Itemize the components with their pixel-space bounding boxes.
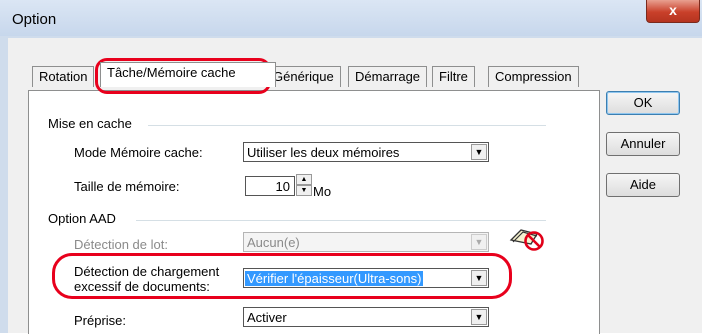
tab-filtre[interactable]: Filtre bbox=[432, 66, 475, 87]
close-button[interactable]: x bbox=[646, 0, 700, 23]
ok-button[interactable]: OK bbox=[606, 91, 680, 115]
overload-detection-value: Vérifier l'épaisseur(Ultra-sons) bbox=[245, 271, 424, 286]
title-bar: Option x bbox=[0, 0, 702, 36]
tab-compression[interactable]: Compression bbox=[488, 66, 579, 87]
prepick-label: Préprise: bbox=[74, 313, 127, 328]
overload-detection-label: Détection de chargement excessif de docu… bbox=[74, 264, 220, 294]
cache-mode-label: Mode Mémoire cache: bbox=[74, 145, 203, 160]
memory-size-stepper[interactable]: ▲ ▼ bbox=[296, 174, 312, 198]
cache-group-title: Mise en cache bbox=[48, 116, 132, 131]
batch-detection-value: Aucun(e) bbox=[247, 235, 300, 250]
tab-rotation[interactable]: Rotation bbox=[32, 66, 95, 87]
cache-mode-dropdown[interactable]: Utiliser les deux mémoires ▼ bbox=[243, 142, 489, 162]
chevron-down-icon: ▼ bbox=[471, 309, 487, 325]
overload-detection-dropdown[interactable]: Vérifier l'épaisseur(Ultra-sons) ▼ bbox=[243, 268, 489, 288]
prepick-dropdown[interactable]: Activer ▼ bbox=[243, 307, 489, 327]
close-icon: x bbox=[669, 2, 677, 18]
batch-detection-label: Détection de lot: bbox=[74, 237, 168, 252]
aad-group-divider bbox=[136, 220, 546, 221]
option-dialog: Option x Rotation Tâche/Mémoire cache Gé… bbox=[0, 0, 702, 334]
cache-mode-value: Utiliser les deux mémoires bbox=[247, 145, 400, 160]
chevron-down-icon: ▼ bbox=[471, 270, 487, 286]
chevron-down-icon: ▼ bbox=[471, 234, 487, 250]
memory-size-label: Taille de mémoire: bbox=[74, 179, 180, 194]
spin-down-icon[interactable]: ▼ bbox=[296, 185, 312, 196]
cache-group-divider bbox=[148, 125, 546, 126]
memory-size-value: 10 bbox=[275, 179, 290, 194]
tab-generique[interactable]: Générique bbox=[266, 66, 341, 87]
help-button[interactable]: Aide bbox=[606, 173, 680, 197]
memory-size-unit: Mo bbox=[313, 184, 332, 199]
tab-task-memory-cache[interactable]: Tâche/Mémoire cache bbox=[100, 62, 276, 87]
prepick-value: Activer bbox=[247, 310, 287, 325]
cancel-button[interactable]: Annuler bbox=[606, 132, 680, 156]
memory-size-input[interactable]: 10 bbox=[245, 176, 295, 196]
batch-detection-dropdown: Aucun(e) ▼ bbox=[243, 232, 489, 252]
chevron-down-icon: ▼ bbox=[471, 144, 487, 160]
spin-up-icon[interactable]: ▲ bbox=[296, 174, 312, 185]
tab-demarrage[interactable]: Démarrage bbox=[348, 66, 428, 87]
dialog-title: Option bbox=[12, 11, 57, 28]
feed-disabled-icon bbox=[509, 229, 544, 251]
aad-group-title: Option AAD bbox=[48, 211, 116, 226]
